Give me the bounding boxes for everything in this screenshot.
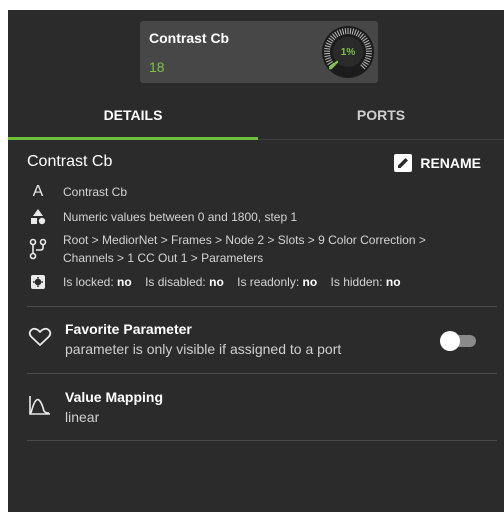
mapping-value: linear — [65, 409, 100, 425]
readonly-value: no — [302, 275, 318, 289]
tree-path-icon — [27, 231, 49, 267]
heart-outline-icon — [28, 327, 52, 346]
parameter-range: Numeric values between 0 and 1800, step … — [63, 210, 298, 224]
parameter-path: Root > MediorNet > Frames > Node 2 > Slo… — [63, 233, 426, 247]
card-value: 18 — [149, 59, 165, 75]
shapes-icon — [27, 208, 49, 226]
gauge-percent: 1% — [341, 47, 356, 58]
mapping-section: Value Mapping linear — [27, 388, 163, 426]
gauge-dial: 1% — [322, 26, 374, 78]
parameter-path-continued: Channels > 1 CC Out 1 > Parameters — [63, 251, 264, 265]
detail-title: Contrast Cb — [27, 153, 113, 170]
locked-label: Is locked: — [63, 275, 114, 289]
gauge-tick — [344, 28, 347, 35]
disabled-value: no — [209, 275, 224, 289]
active-tab-indicator — [8, 137, 258, 140]
favorite-title: Favorite Parameter — [65, 321, 192, 337]
parameter-card[interactable]: Contrast Cb 18 1% — [140, 21, 378, 83]
curve-icon — [29, 396, 50, 415]
readonly-label: Is readonly: — [237, 275, 300, 289]
divider — [27, 306, 497, 307]
info-row-path: Root > MediorNet > Frames > Node 2 > Slo… — [27, 231, 426, 267]
rename-button[interactable]: RENAME — [394, 153, 481, 173]
card-title: Contrast Cb — [149, 30, 230, 46]
info-row-range: Numeric values between 0 and 1800, step … — [27, 208, 297, 226]
tab-ports[interactable]: PORTS — [258, 96, 504, 140]
info-row-flags: Is locked: no Is disabled: no Is readonl… — [27, 273, 401, 291]
chip-icon — [27, 273, 49, 291]
hidden-label: Is hidden: — [330, 275, 383, 289]
disabled-label: Is disabled: — [145, 275, 206, 289]
parameter-panel: Contrast Cb 18 1% DETAILS PORTS Contrast… — [8, 10, 504, 512]
font-a-icon: A — [32, 183, 44, 200]
gauge-tick — [349, 28, 352, 35]
favorite-section: Favorite Parameter parameter is only vis… — [27, 320, 341, 358]
divider — [27, 440, 497, 441]
mapping-title: Value Mapping — [65, 389, 164, 405]
info-row-name: A Contrast Cb — [27, 183, 127, 201]
hidden-value: no — [385, 275, 401, 289]
rename-label: RENAME — [420, 155, 481, 171]
parameter-flags: Is locked: no Is disabled: no Is readonl… — [63, 273, 401, 291]
pencil-icon — [394, 154, 413, 172]
parameter-name: Contrast Cb — [63, 185, 128, 199]
tab-details[interactable]: DETAILS — [8, 96, 258, 140]
toggle-knob — [440, 331, 460, 351]
favorite-description: parameter is only visible if assigned to… — [65, 341, 342, 357]
divider — [27, 373, 497, 374]
favorite-toggle[interactable] — [440, 330, 478, 352]
locked-value: no — [117, 275, 132, 289]
tab-bar: DETAILS PORTS — [8, 96, 504, 140]
